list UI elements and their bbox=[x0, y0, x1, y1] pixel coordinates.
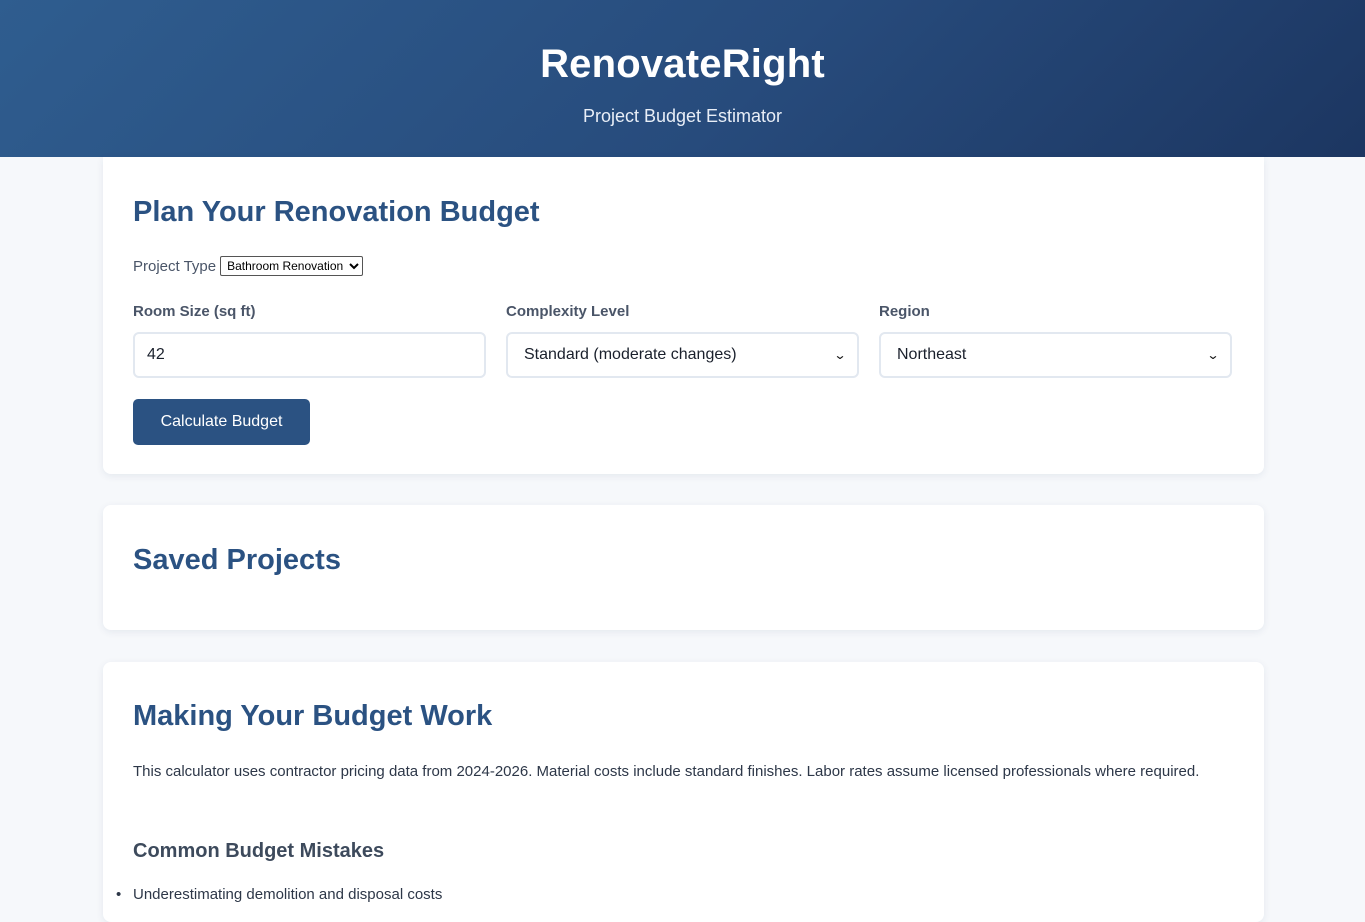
room-size-label: Room Size (sq ft) bbox=[133, 303, 256, 320]
project-type-select[interactable]: Bathroom Renovation bbox=[220, 256, 364, 276]
mistakes-list: • Underestimating demolition and disposal… bbox=[116, 884, 443, 906]
tips-heading: Making Your Budget Work bbox=[133, 700, 493, 732]
project-type-label: Project Type bbox=[133, 257, 217, 275]
list-item-text: Underestimating demolition and disposal … bbox=[133, 886, 443, 903]
calculate-budget-button[interactable]: Calculate Budget bbox=[133, 399, 310, 445]
tips-intro: This calculator uses contractor pricing … bbox=[133, 763, 1200, 780]
room-size-input[interactable]: 42 bbox=[133, 332, 486, 378]
complexity-select[interactable]: Standard (moderate changes) ⌄ bbox=[506, 332, 859, 378]
region-value: Northeast bbox=[897, 346, 967, 363]
region-select[interactable]: Northeast ⌄ bbox=[879, 332, 1232, 378]
saved-projects-card: Saved Projects bbox=[103, 505, 1264, 630]
list-item: • Underestimating demolition and disposal… bbox=[116, 884, 443, 906]
complexity-label: Complexity Level bbox=[506, 303, 630, 320]
budget-planner-card: Plan Your Renovation Budget Project Type… bbox=[103, 157, 1264, 474]
region-label: Region bbox=[879, 303, 930, 320]
saved-projects-heading: Saved Projects bbox=[133, 544, 341, 576]
mistakes-heading: Common Budget Mistakes bbox=[133, 840, 385, 862]
room-size-field: Room Size (sq ft) 42 bbox=[133, 303, 486, 378]
complexity-value: Standard (moderate changes) bbox=[524, 346, 737, 363]
bullet-icon: • bbox=[116, 886, 122, 903]
room-size-value: 42 bbox=[147, 346, 165, 363]
budget-tips-card: Making Your Budget Work This calculator … bbox=[103, 662, 1264, 922]
planner-heading: Plan Your Renovation Budget bbox=[133, 196, 540, 228]
main-content: Plan Your Renovation Budget Project Type… bbox=[103, 0, 1264, 922]
chevron-down-icon: ⌄ bbox=[833, 348, 847, 362]
chevron-down-icon: ⌄ bbox=[1206, 348, 1220, 362]
project-type-row: Project Type Bathroom Renovation bbox=[133, 256, 364, 276]
region-field: Region Northeast ⌄ bbox=[879, 303, 1232, 378]
complexity-field: Complexity Level Standard (moderate chan… bbox=[506, 303, 859, 378]
